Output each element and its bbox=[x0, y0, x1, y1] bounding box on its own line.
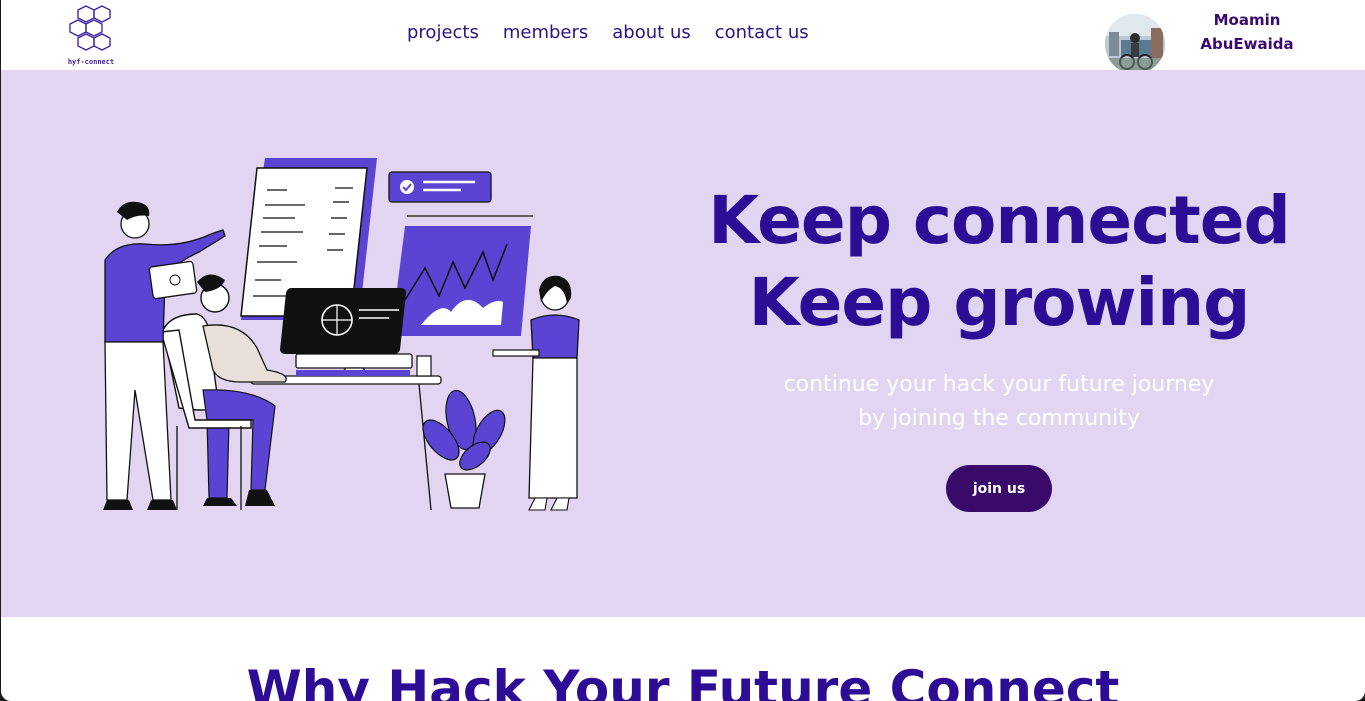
user-name[interactable]: Moamin AbuEwaida bbox=[1187, 8, 1307, 56]
section-title: Why Hack Your Future Connect bbox=[246, 660, 1120, 701]
page: hyf-connect projects members about us co… bbox=[1, 0, 1365, 701]
cubes-logo-icon bbox=[69, 5, 111, 51]
user-last-name: AbuEwaida bbox=[1200, 35, 1294, 53]
user-avatar-photo bbox=[1105, 14, 1165, 74]
team-working-at-computer-illustration bbox=[91, 150, 591, 530]
hero-subtitle: continue your hack your future journey b… bbox=[701, 368, 1297, 436]
logo[interactable]: hyf-connect bbox=[61, 4, 121, 66]
nav-members[interactable]: members bbox=[503, 22, 588, 43]
hero-title: Keep connected Keep growing bbox=[701, 180, 1297, 344]
nav-contact-us[interactable]: contact us bbox=[715, 22, 809, 43]
user-first-name: Moamin bbox=[1213, 11, 1281, 29]
nav-about-us[interactable]: about us bbox=[612, 22, 690, 43]
site-header: hyf-connect projects members about us co… bbox=[1, 0, 1365, 74]
hero-subtitle-line1: continue your hack your future journey bbox=[783, 372, 1215, 397]
join-us-button[interactable]: join us bbox=[946, 465, 1052, 512]
hero-title-line1: Keep connected bbox=[708, 182, 1291, 259]
main-nav: projects members about us contact us bbox=[407, 22, 809, 43]
user-avatar[interactable] bbox=[1105, 14, 1165, 74]
nav-projects[interactable]: projects bbox=[407, 22, 479, 43]
hero-title-line2: Keep growing bbox=[748, 264, 1251, 341]
logo-text: hyf-connect bbox=[67, 58, 115, 66]
hero-subtitle-line2: by joining the community bbox=[858, 406, 1140, 431]
hero-section: Keep connected Keep growing continue you… bbox=[1, 70, 1365, 617]
